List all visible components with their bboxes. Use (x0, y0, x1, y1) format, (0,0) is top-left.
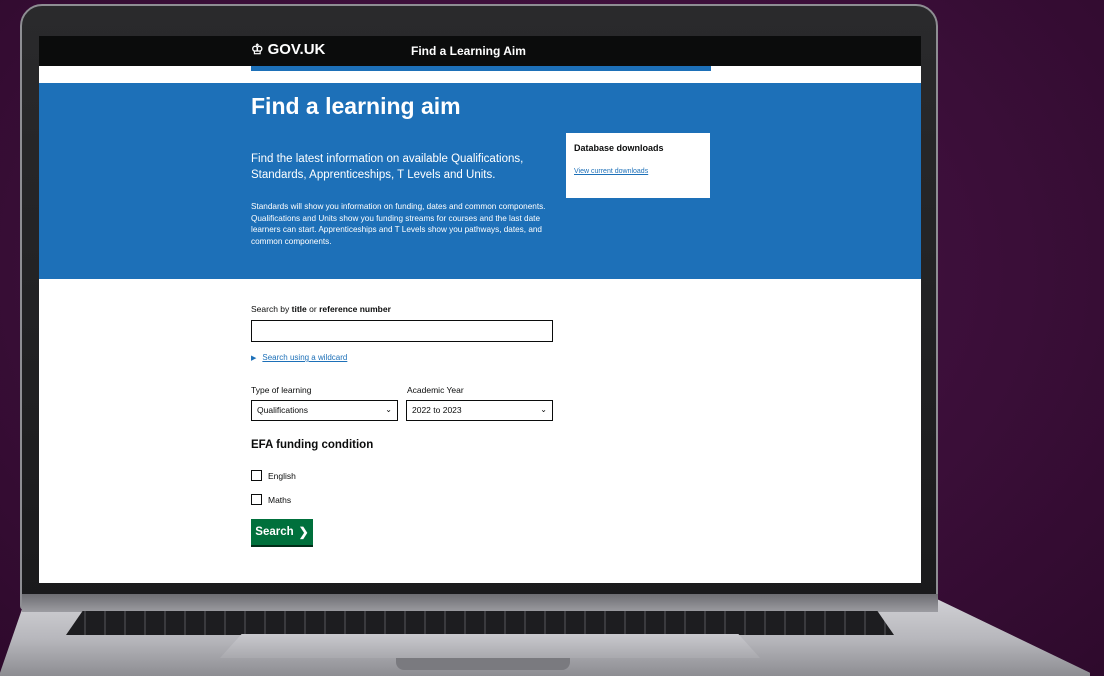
wildcard-details[interactable]: ▶ Search using a wildcard (251, 353, 347, 362)
wildcard-link[interactable]: Search using a wildcard (262, 353, 347, 362)
gov-header: ♔ GOV.UK Find a Learning Aim (39, 36, 921, 66)
header-underline (251, 66, 711, 71)
checkbox-label: Maths (268, 494, 292, 505)
search-label: Search by title or reference number (251, 304, 391, 314)
page-title: Find a learning aim (251, 93, 461, 119)
checkbox-maths[interactable]: Maths (251, 494, 291, 505)
laptop-hinge (22, 594, 938, 612)
triangle-right-icon: ▶ (251, 354, 257, 362)
type-of-learning-label: Type of learning (251, 385, 312, 395)
checkbox-label: English (268, 470, 296, 481)
laptop-keyboard (66, 611, 894, 635)
efa-heading: EFA funding condition (251, 439, 374, 451)
logo-text: GOV.UK (267, 41, 326, 58)
chevron-right-icon: ❯ (298, 525, 309, 539)
gov-logo-link[interactable]: ♔ GOV.UK (251, 41, 325, 58)
hero-banner: Find a learning aim Find the latest info… (39, 83, 921, 279)
checkbox-english[interactable]: English (251, 470, 296, 481)
checkbox-box[interactable] (251, 470, 262, 481)
search-button[interactable]: Search ❯ (251, 519, 313, 545)
checkbox-box[interactable] (251, 494, 262, 505)
academic-year-label: Academic Year (407, 385, 464, 395)
view-downloads-link[interactable]: View current downloads (574, 168, 648, 175)
hero-lead: Find the latest information on available… (251, 153, 524, 181)
academic-year-select[interactable]: 2022 to 2023 ⌄ (406, 400, 553, 421)
laptop-notch (396, 658, 570, 670)
browser-screen: ♔ GOV.UK Find a Learning Aim Find a lear… (39, 36, 921, 583)
crown-icon: ♔ (251, 41, 264, 57)
downloads-title: Database downloads (574, 143, 664, 153)
laptop-trackpad (220, 634, 760, 658)
hero-body: Standards will show you information on f… (251, 202, 546, 246)
chevron-down-icon: ⌄ (385, 405, 392, 414)
search-input[interactable] (251, 320, 553, 342)
chevron-down-icon: ⌄ (540, 405, 547, 414)
database-downloads-panel: Database downloads View current download… (566, 133, 710, 198)
service-name-link[interactable]: Find a Learning Aim (411, 44, 526, 58)
type-of-learning-select[interactable]: Qualifications ⌄ (251, 400, 398, 421)
